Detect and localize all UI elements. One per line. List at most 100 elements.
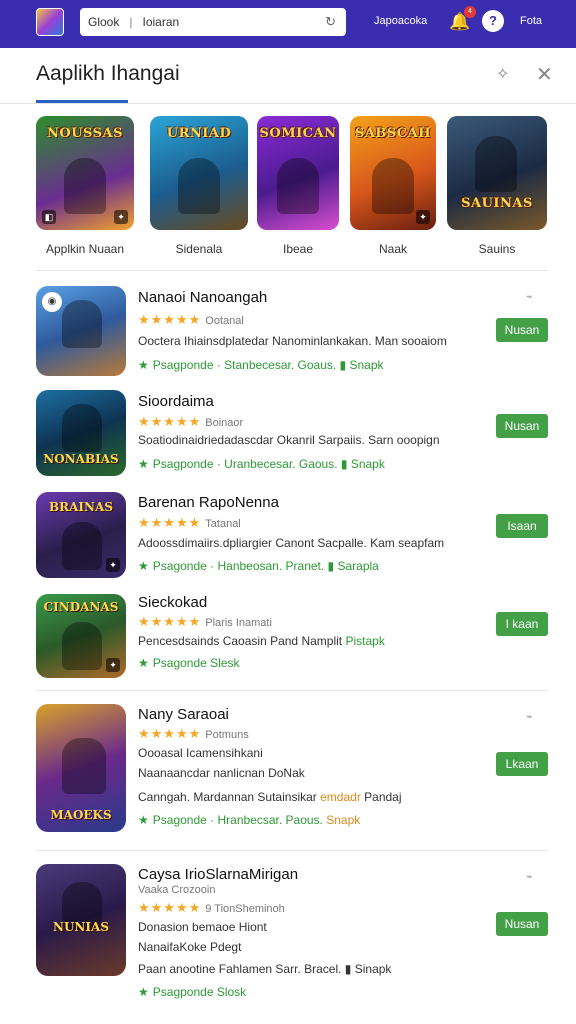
app-thumbnail: ◉ (36, 286, 126, 376)
featured-tile-image: URNIAD (150, 116, 248, 230)
featured-tile[interactable]: SAUINAS Sauins (447, 116, 547, 256)
app-meta: ★ Psagponde · Uranbecesar. Gaous. ▮ Snapk (138, 457, 385, 471)
search-divider: | (129, 15, 133, 29)
app-meta: ★ Psagonde · Hanbeosan. Pranet. ▮ Sarapla (138, 559, 379, 573)
app-description-tertiary: Paan anootine Fahlamen Sarr. Bracel. ▮ S… (138, 962, 392, 976)
app-description-text: Pencesdsainds Caoasin Pand Namplit (138, 634, 343, 648)
pin-icon[interactable]: ✧ (496, 64, 509, 84)
app-meta-text: Psagonde · Hanbeosan. Pranet. ▮ Sarapla (152, 559, 379, 573)
install-button[interactable]: Lkaan (496, 752, 548, 776)
featured-tile[interactable]: SABSCAH ✦ Naak (350, 116, 436, 256)
app-title: Sieckokad (138, 594, 208, 611)
platform-icon: ◧ (42, 210, 56, 224)
rating-text: 9 TionSheminoh (205, 903, 285, 915)
featured-label: Applkin Nuaan (45, 242, 125, 256)
featured-tile[interactable]: URNIAD Sidenala (150, 116, 248, 256)
search-input[interactable]: Glook | Ioiaran ↻ (80, 8, 346, 36)
star-icon: ★ (138, 985, 149, 999)
app-title: Caysa IrioSlarnaMirigan (138, 866, 299, 883)
more-icon[interactable]: ⌁ (526, 710, 533, 723)
character-figure (372, 158, 414, 214)
install-button[interactable]: Nusan (496, 414, 548, 438)
help-icon[interactable]: ? (482, 10, 504, 32)
install-button[interactable]: Isaan (496, 514, 548, 538)
app-description: Oooasal Icamensihkani (138, 746, 263, 760)
app-description-tail: Pandaj (364, 790, 402, 804)
app-thumbnail-title: BRAINAS (49, 500, 113, 514)
rating-stars: ★★★★★ (138, 515, 202, 530)
featured-tile-image: NOUSSAS ◧ ✦ (36, 116, 134, 230)
top-bar: Glook | Ioiaran ↻ Japoacoka 🔔 4 ? Fota (0, 0, 576, 48)
app-thumbnail: NUNIAS (36, 864, 126, 976)
featured-label: Sauins (478, 242, 516, 256)
rating-text: Ootanal (205, 315, 244, 327)
top-link-primary[interactable]: Japoacoka (374, 15, 427, 27)
app-thumbnail-title: MAOEKS (50, 808, 112, 822)
character-figure (62, 404, 102, 452)
app-thumbnail-title: NUNIAS (53, 920, 109, 934)
app-description: Pencesdsainds Caoasin Pand Namplit Pista… (138, 634, 385, 648)
app-description-secondary: NanaifaKoke Pdegt (138, 940, 242, 954)
character-figure (64, 158, 106, 214)
controller-icon: ✦ (114, 210, 128, 224)
app-description-highlight: emdadr (320, 790, 361, 804)
app-rating: ★★★★★ Plaris Inamati (138, 614, 272, 630)
app-title: Barenan RapoNenna (138, 494, 279, 511)
more-icon[interactable]: ⌁ (526, 870, 533, 883)
app-meta-tail: Snapk (326, 813, 361, 827)
app-rating: ★★★★★ Tatanal (138, 515, 241, 531)
divider (36, 850, 548, 851)
featured-tile[interactable]: SOMICAN Ibeae (257, 116, 339, 256)
app-meta-text: Psagonde · Hranbecsar. Paous. (152, 813, 323, 827)
top-link-secondary[interactable]: Fota (520, 15, 542, 27)
featured-tile-image: SAUINAS (447, 116, 547, 230)
app-rating: ★★★★★ Ootanal (138, 312, 244, 328)
character-figure (178, 158, 220, 214)
refresh-icon[interactable]: ↻ (325, 14, 336, 30)
rating-stars: ★★★★★ (138, 312, 202, 327)
featured-label: Naak (378, 242, 407, 256)
app-rating: ★★★★★ 9 TionSheminoh (138, 900, 285, 916)
install-button[interactable]: Nusan (496, 912, 548, 936)
rating-text: Boinaor (205, 417, 244, 429)
install-button[interactable]: I kaan (496, 612, 548, 636)
close-icon[interactable]: ✕ (536, 62, 553, 87)
character-figure (62, 622, 102, 670)
character-figure (62, 738, 106, 794)
avatar[interactable] (36, 8, 64, 36)
page-title: Aaplikh Ihangai (36, 62, 180, 85)
app-title: Nany Saraoai (138, 706, 229, 723)
rating-stars: ★★★★★ (138, 726, 202, 741)
app-description-secondary: Naanaancdar nanlicnan DoNak (138, 766, 305, 780)
featured-tile[interactable]: NOUSSAS ◧ ✦ Applkin Nuaan (36, 116, 134, 256)
rating-stars: ★★★★★ (138, 900, 202, 915)
app-meta: ★ Psagonde · Hranbecsar. Paous. Snapk (138, 813, 360, 827)
title-underline (36, 100, 128, 103)
app-meta: ★ Psagponde Slosk (138, 985, 246, 999)
app-description-tertiary: Canngah. Mardannan Sutainsikar emdadr Pa… (138, 790, 402, 804)
app-rating: ★★★★★ Potmuns (138, 726, 249, 742)
app-thumbnail-title: CINDANAS (43, 600, 119, 614)
divider (36, 690, 548, 691)
app-meta-text: Psagponde Slosk (152, 985, 247, 999)
app-description-text: Canngah. Mardannan Sutainsikar (138, 790, 317, 804)
app-meta-text: Psagponde · Stanbecesar. Goaus. ▮ Snapk (152, 358, 384, 372)
more-icon[interactable]: ⌁ (526, 290, 533, 303)
rating-text: Potmuns (205, 729, 249, 741)
panel-header: Aaplikh Ihangai ✧ ✕ (0, 48, 576, 104)
app-title: Nanaoi Nanoangah (138, 289, 268, 306)
star-icon: ★ (138, 656, 149, 670)
app-badge-icon: ◉ (42, 292, 62, 312)
search-text-left: Glook (88, 15, 120, 29)
star-icon: ★ (138, 457, 149, 471)
install-button[interactable]: Nusan (496, 318, 548, 342)
character-figure (62, 300, 102, 348)
app-description: Adoossdimaiirs.dpliargier Canont Sacpall… (138, 536, 445, 550)
rating-stars: ★★★★★ (138, 414, 202, 429)
notification-count: 4 (464, 6, 476, 18)
app-description: Ooctera Ihiainsdplatedar Nanominlankakan… (138, 334, 447, 348)
app-thumbnail: CINDANAS ✦ (36, 594, 126, 678)
controller-icon: ✦ (416, 210, 430, 224)
search-text-right: Ioiaran (142, 15, 180, 29)
character-figure (475, 136, 517, 192)
